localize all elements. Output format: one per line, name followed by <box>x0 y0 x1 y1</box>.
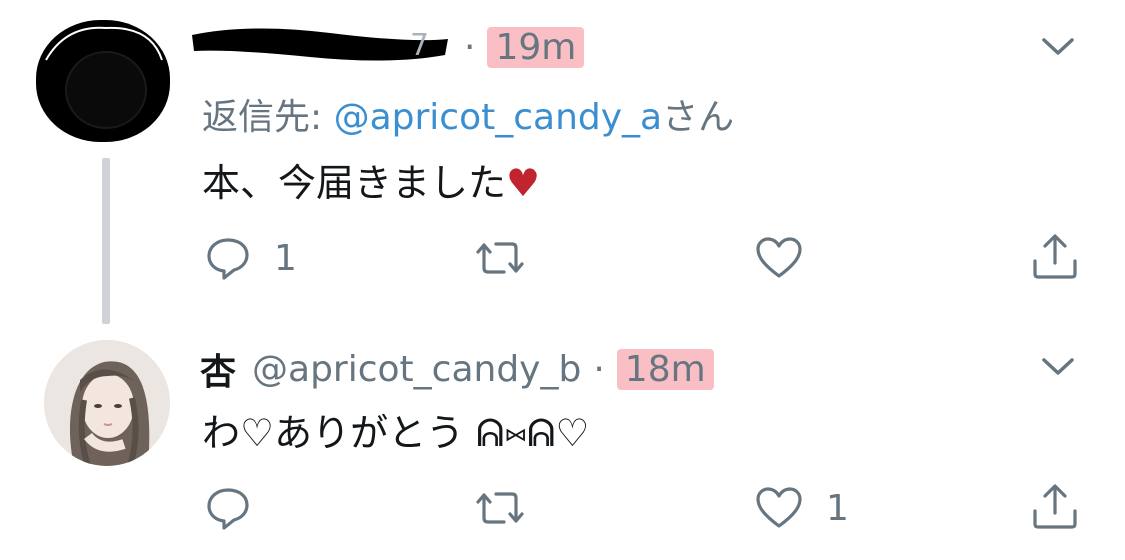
display-name[interactable]: 杏 <box>200 343 236 395</box>
retweet-icon <box>476 242 524 274</box>
separator-dot: · <box>593 348 605 390</box>
tweet-text-body: 本、今届きました <box>202 161 507 205</box>
tweet-header: 杏 @apricot_candy_b · 18m <box>200 344 714 394</box>
svg-text:7: 7 <box>410 28 429 63</box>
share-button[interactable] <box>1030 232 1080 280</box>
tweet-timestamp[interactable]: 19m <box>487 26 585 68</box>
avatar[interactable] <box>36 20 170 142</box>
reply-icon <box>207 238 249 280</box>
reply-to-prefix: 返信先: <box>202 97 334 138</box>
like-icon <box>756 237 802 278</box>
like-button[interactable]: 1 <box>754 484 849 532</box>
retweet-icon <box>476 492 524 524</box>
share-icon <box>1033 234 1077 279</box>
share-button[interactable] <box>1030 482 1080 530</box>
redacted-username: 7 <box>190 25 452 69</box>
redacted-avatar-icon <box>39 23 167 139</box>
heart-emoji: ♥ <box>506 161 541 205</box>
separator-dot: · <box>464 26 476 68</box>
reply-to-line: 返信先: @apricot_candy_aさん <box>202 88 734 140</box>
reply-to-suffix: さん <box>662 97 735 138</box>
retweet-button[interactable] <box>470 484 552 532</box>
tweet-header: 7 · 19m <box>190 22 585 72</box>
chevron-down-icon[interactable] <box>1040 354 1076 378</box>
like-button[interactable] <box>754 234 826 282</box>
reply-button[interactable]: 1 <box>204 234 297 282</box>
reply-button[interactable] <box>204 484 274 532</box>
reply-to-handle-link[interactable]: @apricot_candy_a <box>334 97 663 138</box>
like-count: 1 <box>826 487 849 529</box>
reply-count: 1 <box>274 237 297 279</box>
profile-illustration-icon <box>44 340 170 466</box>
user-handle[interactable]: @apricot_candy_b <box>252 349 581 390</box>
avatar[interactable] <box>44 340 170 466</box>
thread-connector-line <box>102 158 110 324</box>
tweet-text: わ♡ありがとう ᕱ⑅ᕱ♡ <box>202 411 590 455</box>
reply-icon <box>207 488 249 530</box>
like-icon <box>756 487 802 528</box>
tweet-text: 本、今届きました♥ <box>202 152 540 207</box>
retweet-button[interactable] <box>470 234 552 282</box>
chevron-down-icon[interactable] <box>1040 34 1076 58</box>
tweet-timestamp[interactable]: 18m <box>616 348 714 390</box>
share-icon <box>1033 484 1077 529</box>
